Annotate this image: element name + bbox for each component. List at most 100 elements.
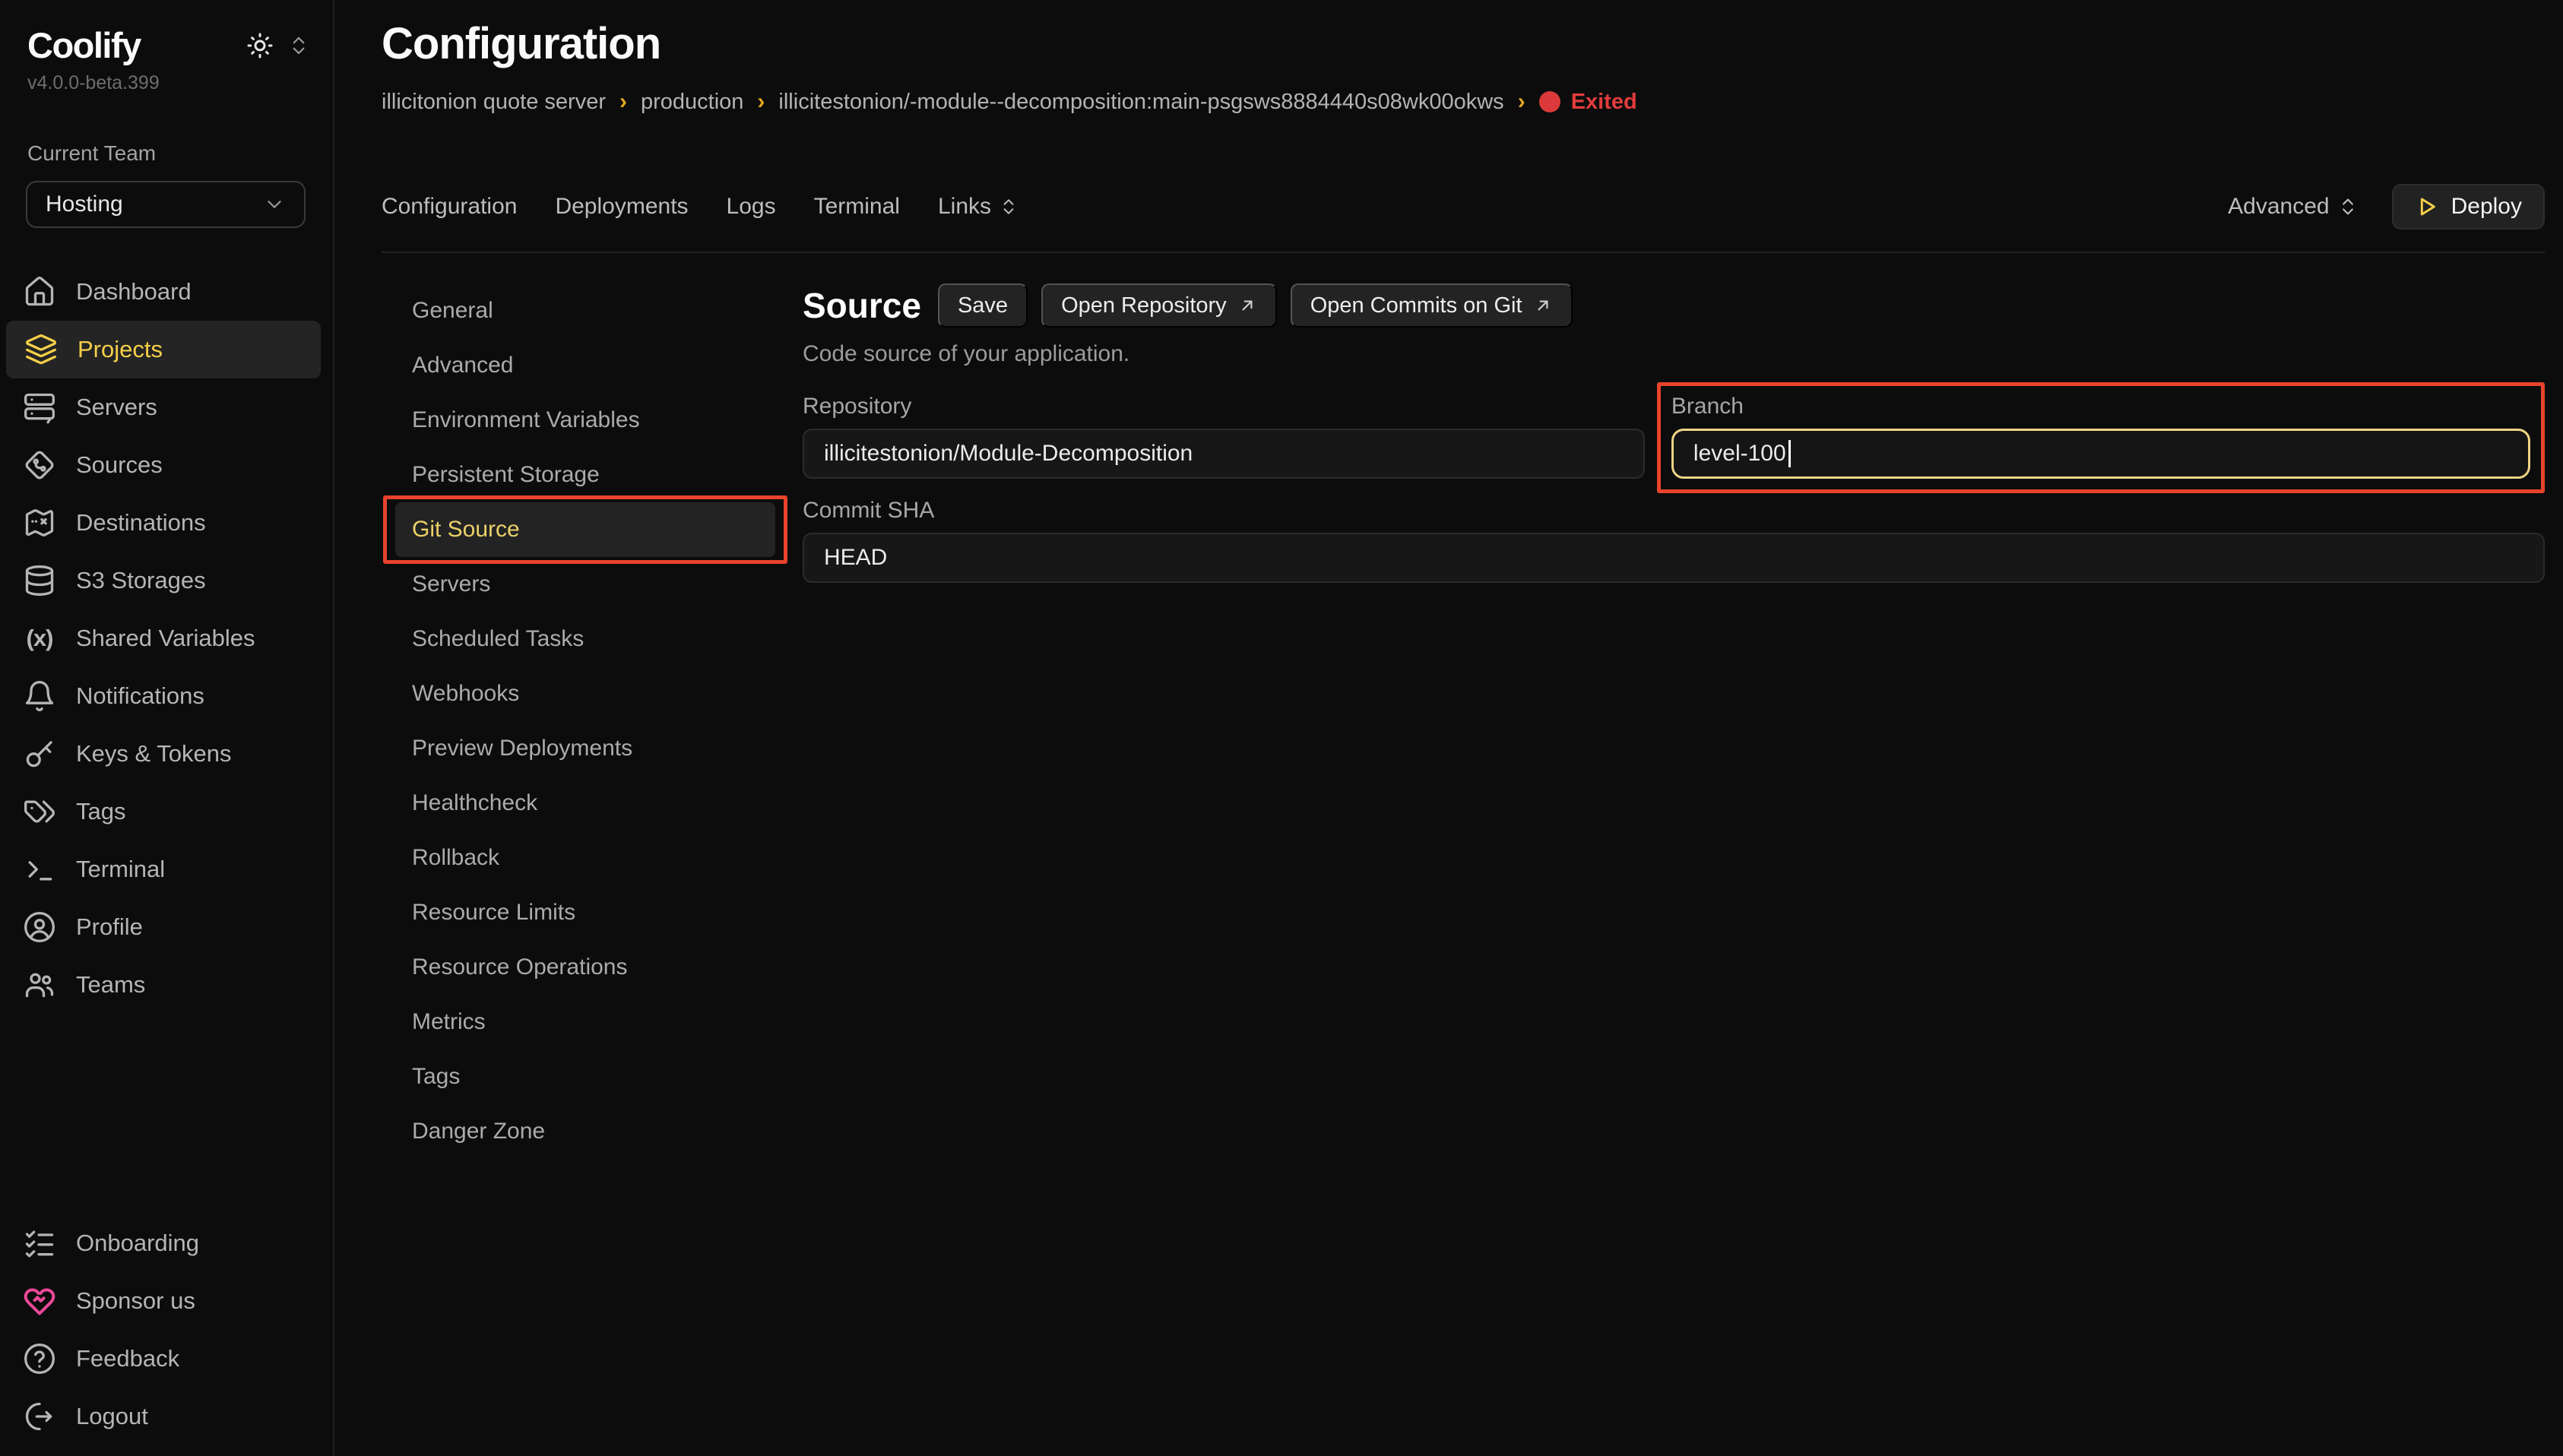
sidebar-item-profile[interactable]: Profile [0, 898, 333, 956]
open-repository-button[interactable]: Open Repository [1041, 283, 1277, 328]
subnav-item-tags[interactable]: Tags [395, 1049, 775, 1104]
commit-sha-value: HEAD [824, 545, 887, 571]
subnav-item-webhooks[interactable]: Webhooks [395, 666, 775, 721]
sidebar-item-label: Tags [76, 798, 125, 825]
tabs-row: Configuration Deployments Logs Terminal … [382, 183, 2545, 230]
sidebar-item-terminal[interactable]: Terminal [0, 840, 333, 898]
source-description: Code source of your application. [803, 341, 2545, 367]
users-icon [23, 968, 56, 1002]
subnav-item-git-source[interactable]: Git Source [395, 502, 775, 557]
subnav-item-rollback[interactable]: Rollback [395, 831, 775, 885]
page-title: Configuration [382, 18, 2545, 69]
subnav-item-environment-variables[interactable]: Environment Variables [395, 393, 775, 448]
sidebar-item-notifications[interactable]: Notifications [0, 667, 333, 725]
breadcrumb-environment[interactable]: production [641, 90, 743, 115]
sidebar: Coolify v4.0.0-beta.399 Current Team Hos… [0, 0, 334, 1456]
sidebar-item-tags[interactable]: Tags [0, 783, 333, 840]
sidebar-item-destinations[interactable]: Destinations [0, 494, 333, 552]
chevron-right-icon: › [757, 89, 765, 115]
sidebar-item-label: Shared Variables [76, 625, 255, 652]
subnav-item-resource-limits[interactable]: Resource Limits [395, 885, 775, 940]
subnav-item-persistent-storage[interactable]: Persistent Storage [395, 448, 775, 502]
breadcrumb-application[interactable]: illicitestonion/-module--decomposition:m… [778, 90, 1503, 115]
annotation-box-branch: Branch level-100 [1657, 382, 2545, 493]
main-content: Configuration illicitonion quote server … [334, 0, 2563, 1456]
sidebar-item-sponsor-us[interactable]: Sponsor us [0, 1272, 333, 1330]
repository-field-group: Repository illicitestonion/Module-Decomp… [803, 382, 1645, 493]
commit-sha-input[interactable]: HEAD [803, 533, 2545, 583]
sidebar-item-label: Dashboard [76, 278, 192, 305]
sidebar-item-projects[interactable]: Projects [6, 321, 321, 378]
repository-input[interactable]: illicitestonion/Module-Decomposition [803, 429, 1645, 479]
source-heading: Source [803, 285, 921, 326]
commit-sha-label: Commit SHA [803, 498, 2545, 524]
save-label: Save [958, 293, 1008, 318]
sidebar-item-label: Projects [78, 336, 163, 363]
text-caret [1788, 440, 1791, 467]
subnav-item-general[interactable]: General [395, 283, 775, 338]
branch-label: Branch [1671, 394, 2530, 419]
save-button[interactable]: Save [938, 283, 1028, 328]
sidebar-item-feedback[interactable]: Feedback [0, 1330, 333, 1388]
chevrons-up-down-icon [999, 197, 1019, 217]
sidebar-item-sources[interactable]: Sources [0, 436, 333, 494]
sidebar-item-label: Sources [76, 451, 163, 479]
open-repository-label: Open Repository [1061, 293, 1227, 318]
server-icon [23, 391, 56, 424]
sidebar-item-label: Logout [76, 1403, 148, 1430]
sidebar-item-logout[interactable]: Logout [0, 1388, 333, 1445]
home-icon [23, 275, 56, 309]
help-circle-icon [23, 1342, 56, 1375]
key-icon [23, 737, 56, 771]
subnav-item-advanced[interactable]: Advanced [395, 338, 775, 393]
deploy-button[interactable]: Deploy [2392, 184, 2545, 229]
heart-icon [23, 1284, 56, 1318]
sidebar-item-label: Servers [76, 394, 157, 421]
subnav-item-servers[interactable]: Servers [395, 557, 775, 612]
database-icon [23, 564, 56, 597]
tab-terminal[interactable]: Terminal [814, 194, 900, 220]
subnav-item-label: Git Source [412, 517, 520, 542]
sidebar-item-label: Notifications [76, 682, 204, 710]
subnav-item-resource-operations[interactable]: Resource Operations [395, 940, 775, 995]
sidebar-item-servers[interactable]: Servers [0, 378, 333, 436]
branch-input[interactable]: level-100 [1671, 429, 2530, 479]
sidebar-nav: Dashboard Projects Servers Sources Desti… [0, 263, 333, 1014]
sun-icon[interactable] [245, 30, 275, 61]
sidebar-item-s3-storages[interactable]: S3 Storages [0, 552, 333, 609]
sidebar-item-keys-tokens[interactable]: Keys & Tokens [0, 725, 333, 783]
subnav-item-metrics[interactable]: Metrics [395, 995, 775, 1049]
status-dot-icon [1539, 91, 1560, 112]
source-header: Source Save Open Repository Open Commits… [803, 283, 2545, 328]
team-select-value: Hosting [46, 191, 123, 217]
tab-links[interactable]: Links [938, 194, 1019, 220]
tab-logs[interactable]: Logs [727, 194, 776, 220]
tab-deployments[interactable]: Deployments [555, 194, 688, 220]
configuration-content: General Advanced Environment Variables P… [382, 283, 2545, 1456]
subnav-item-preview-deployments[interactable]: Preview Deployments [395, 721, 775, 776]
open-commits-button[interactable]: Open Commits on Git [1291, 283, 1573, 328]
team-select[interactable]: Hosting [26, 181, 306, 228]
sidebar-item-dashboard[interactable]: Dashboard [0, 263, 333, 321]
app-logo: Coolify [27, 27, 141, 63]
sidebar-item-label: Teams [76, 971, 145, 999]
sidebar-item-onboarding[interactable]: Onboarding [0, 1214, 333, 1272]
chevron-right-icon: › [619, 89, 627, 115]
external-link-icon [1237, 296, 1257, 315]
tab-configuration[interactable]: Configuration [382, 194, 517, 220]
advanced-selector[interactable]: Advanced [2228, 194, 2358, 220]
subnav-item-danger-zone[interactable]: Danger Zone [395, 1104, 775, 1159]
user-circle-icon [23, 910, 56, 944]
chevrons-up-down-icon[interactable] [287, 34, 310, 57]
layers-icon [24, 333, 58, 366]
subnav-item-scheduled-tasks[interactable]: Scheduled Tasks [395, 612, 775, 666]
bell-icon [23, 679, 56, 713]
breadcrumb: illicitonion quote server › production ›… [382, 89, 2545, 115]
sidebar-item-teams[interactable]: Teams [0, 956, 333, 1014]
sidebar-item-shared-variables[interactable]: (x) Shared Variables [0, 609, 333, 667]
deploy-label: Deploy [2451, 194, 2522, 220]
breadcrumb-project[interactable]: illicitonion quote server [382, 90, 606, 115]
app-version: v4.0.0-beta.399 [27, 72, 333, 94]
subnav-item-healthcheck[interactable]: Healthcheck [395, 776, 775, 831]
logo-row: Coolify [0, 27, 333, 63]
